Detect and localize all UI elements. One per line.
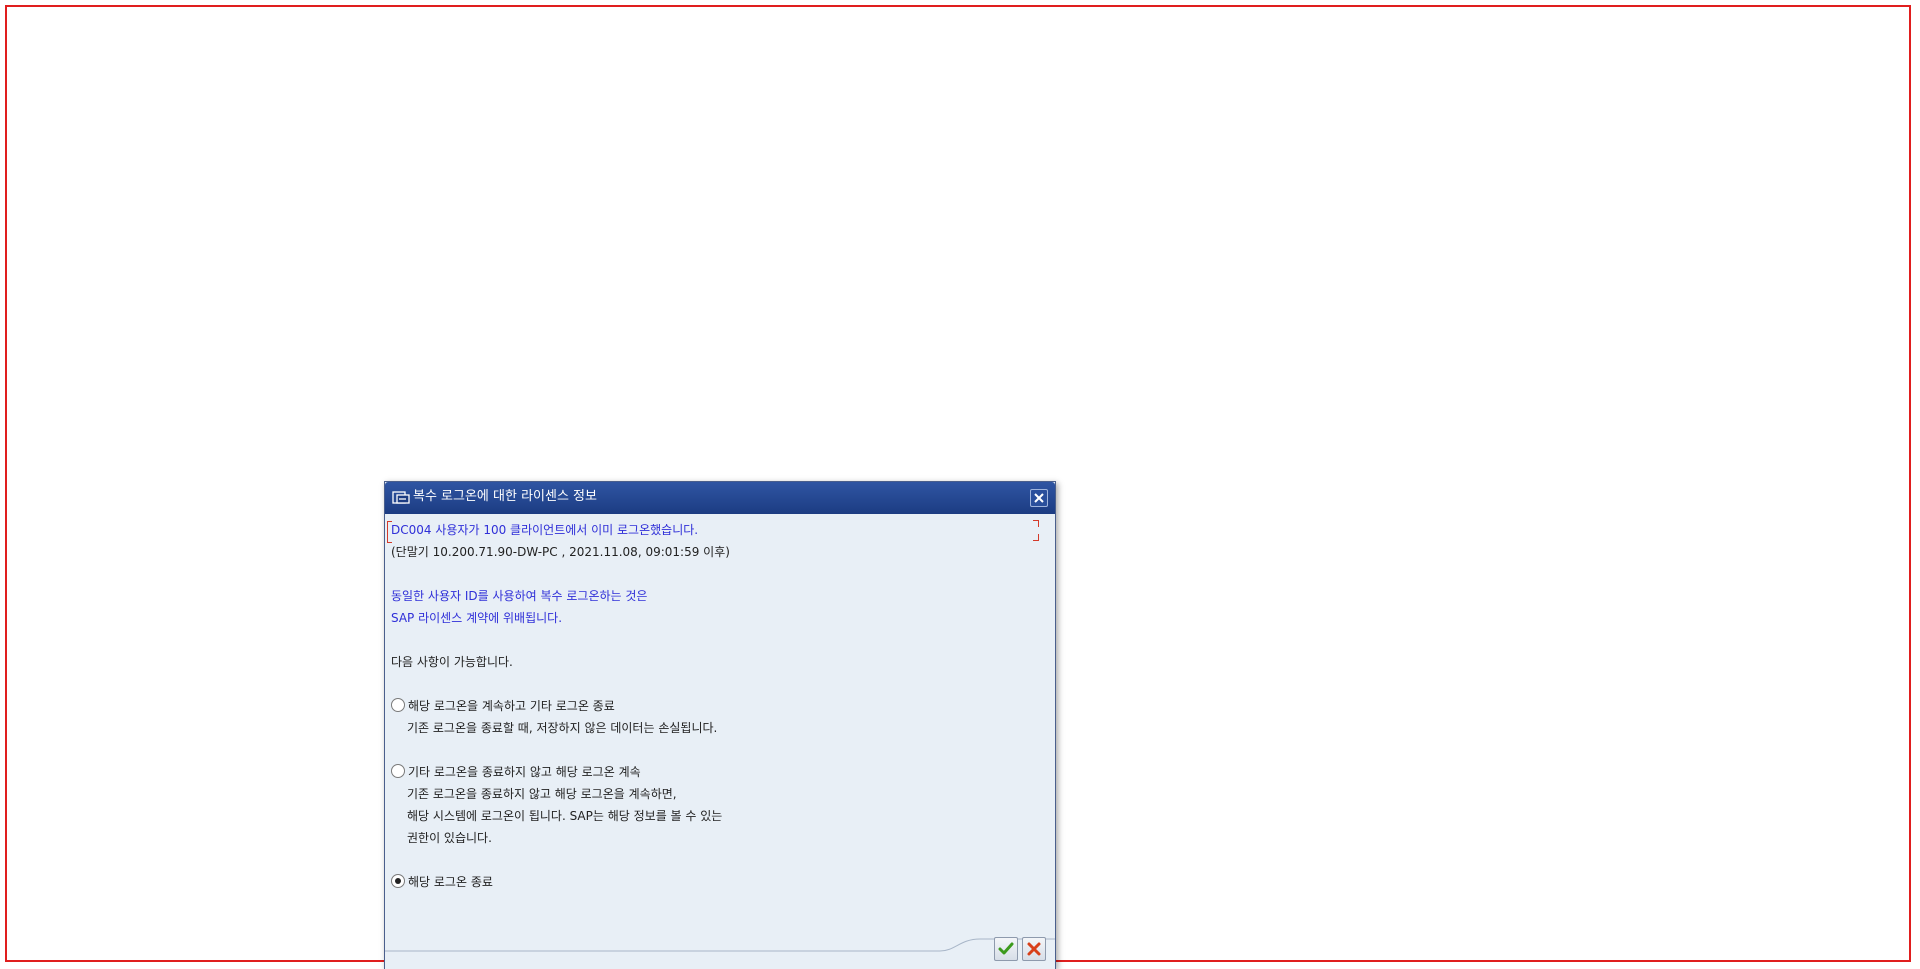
- radio-button[interactable]: [391, 698, 405, 712]
- option-description: 기존 로그온을 종료할 때, 저장하지 않은 데이터는 손실됩니다.: [407, 721, 718, 735]
- confirm-button[interactable]: [994, 937, 1018, 961]
- option-description: 해당 시스템에 로그온이 됩니다. SAP는 해당 정보를 볼 수 있는: [407, 809, 723, 823]
- message-line-1: DC004 사용자가 100 클라이언트에서 이미 로그온했습니다.: [391, 523, 699, 537]
- focus-corner-bottom-right: [1033, 534, 1039, 541]
- option-description: 기존 로그온을 종료하지 않고 해당 로그온을 계속하면,: [407, 787, 677, 801]
- radio-button-selected[interactable]: [391, 874, 405, 888]
- footer-divider: [385, 938, 1055, 952]
- option-end-this-logon[interactable]: 해당 로그온 종료: [391, 872, 493, 890]
- dialog-titlebar: 복수 로그온에 대한 라이센스 정보: [385, 482, 1055, 514]
- close-icon: [1034, 493, 1044, 503]
- close-button[interactable]: [1030, 489, 1048, 507]
- radio-button[interactable]: [391, 764, 405, 778]
- message-line-5: 다음 사항이 가능합니다.: [391, 655, 513, 669]
- message-line-3: 동일한 사용자 ID를 사용하여 복수 로그온하는 것은: [391, 589, 648, 603]
- option-label: 해당 로그온을 계속하고 기타 로그온 종료: [408, 698, 615, 713]
- option-continue-end-others[interactable]: 해당 로그온을 계속하고 기타 로그온 종료: [391, 696, 615, 714]
- message-line-2: (단말기 10.200.71.90-DW-PC , 2021.11.08, 09…: [391, 545, 730, 559]
- focus-corner-top-right: [1033, 520, 1039, 527]
- option-label: 기타 로그온을 종료하지 않고 해당 로그온 계속: [408, 764, 641, 779]
- cancel-button[interactable]: [1022, 937, 1046, 961]
- option-label: 해당 로그온 종료: [408, 874, 493, 889]
- message-line-4: SAP 라이센스 계약에 위배됩니다.: [391, 611, 563, 625]
- dialog-title: 복수 로그온에 대한 라이센스 정보: [413, 489, 597, 504]
- dialog-window-icon: [392, 491, 410, 504]
- cancel-x-icon: [1027, 942, 1041, 956]
- option-description: 권한이 있습니다.: [407, 831, 492, 845]
- checkmark-icon: [998, 942, 1014, 955]
- option-continue-keep-others[interactable]: 기타 로그온을 종료하지 않고 해당 로그온 계속: [391, 762, 641, 780]
- license-info-dialog: 복수 로그온에 대한 라이센스 정보 DC004 사용자가 100 클라이언트에…: [384, 481, 1056, 969]
